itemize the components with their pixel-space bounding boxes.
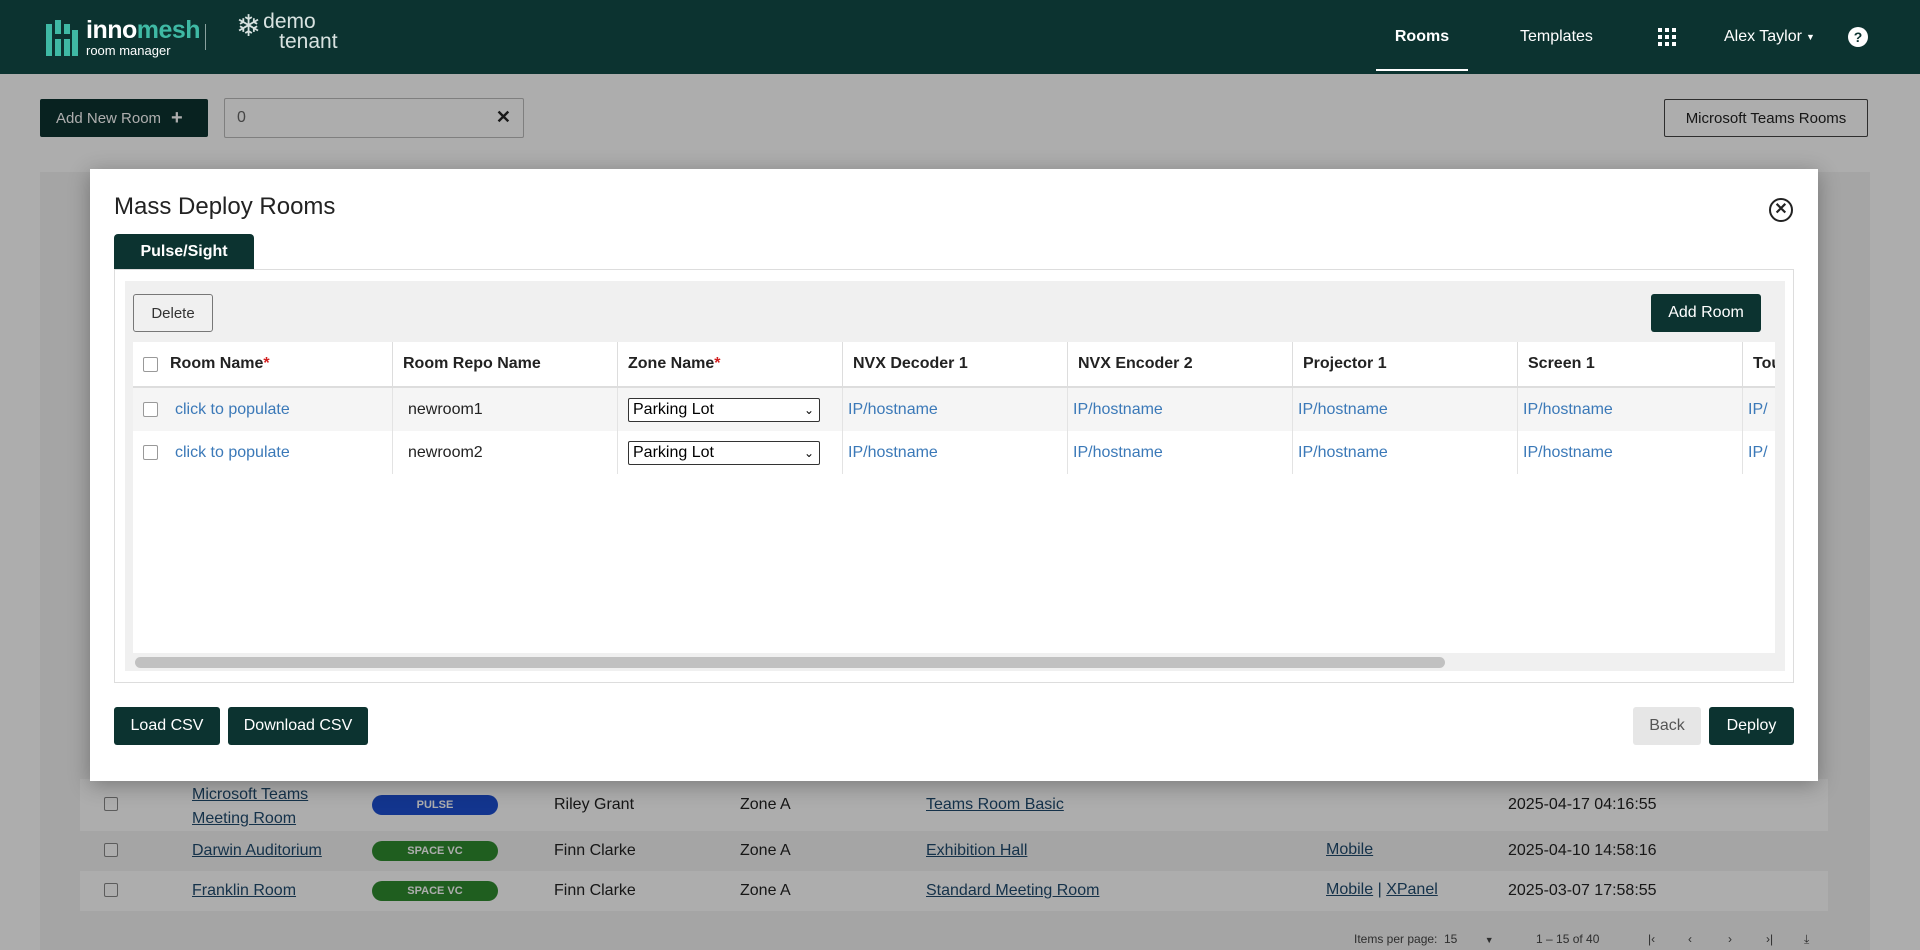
column-room-repo-name[interactable]: Room Repo Name [393,342,618,386]
nav-templates[interactable]: Templates [1520,0,1593,74]
deploy-grid-container: Delete Add Room Room Name * Room Repo Nam… [125,281,1785,671]
tab-content: Delete Add Room Room Name * Room Repo Nam… [114,269,1794,683]
deploy-grid: Room Name * Room Repo Name Zone Name * NVX… [133,342,1775,654]
logo-divider [205,24,206,50]
required-marker: * [263,355,270,372]
user-menu[interactable]: Alex Taylor ▼ [1724,0,1815,74]
column-touch[interactable]: Tou [1743,342,1775,386]
top-navbar: innomesh room manager ❄ demo tenant Room… [0,0,1920,74]
room-name-link[interactable]: click to populate [170,401,290,419]
grid-row: click to populate newroom2 Parking Lot ⌄ … [133,431,1775,474]
row-checkbox[interactable] [143,445,158,460]
projector-cell[interactable]: IP/hostname [1293,431,1518,474]
scrollbar-thumb[interactable] [135,657,1445,668]
chevron-down-icon: ⌄ [803,402,814,417]
modal-title: Mass Deploy Rooms [114,193,336,220]
logo-brand-bold: mesh [136,16,201,44]
load-csv-button[interactable]: Load CSV [114,707,220,745]
delete-button[interactable]: Delete [133,294,213,332]
logo-brand-light: inno [86,16,137,44]
column-nvx-decoder-1[interactable]: NVX Decoder 1 [843,342,1068,386]
help-icon: ? [1848,27,1868,47]
screen-cell[interactable]: IP/hostname [1518,388,1743,431]
nav-rooms-active-indicator [1376,69,1468,71]
column-projector-1[interactable]: Projector 1 [1293,342,1518,386]
user-name: Alex Taylor [1724,28,1802,45]
room-name-cell[interactable]: click to populate [133,388,393,431]
help-button[interactable]: ? [1848,0,1868,74]
column-room-name[interactable]: Room Name * [133,342,393,386]
apps-grid-icon [1658,28,1676,46]
column-nvx-encoder-2[interactable]: NVX Encoder 2 [1068,342,1293,386]
back-button[interactable]: Back [1633,707,1701,745]
close-icon[interactable]: ✕ [1769,198,1793,222]
column-zone-name[interactable]: Zone Name * [618,342,843,386]
screen-cell[interactable]: IP/hostname [1518,431,1743,474]
projector-cell[interactable]: IP/hostname [1293,388,1518,431]
caret-down-icon: ▼ [1805,32,1815,42]
horizontal-scrollbar[interactable] [133,653,1775,671]
add-room-button[interactable]: Add Room [1651,294,1761,332]
tenant-logo: ❄ demo tenant [236,10,338,53]
innomesh-logo-icon [46,19,78,56]
select-all-checkbox[interactable] [143,356,158,372]
apps-grid-button[interactable] [1658,0,1676,74]
nvx-encoder-cell[interactable]: IP/hostname [1068,431,1293,474]
zone-select[interactable]: Parking Lot ⌄ [628,440,820,465]
column-room-name-label: Room Name [170,355,264,372]
nvx-decoder-cell[interactable]: IP/hostname [843,388,1068,431]
innomesh-logo[interactable]: innomesh room manager [46,16,201,58]
column-zone-name-label: Zone Name [628,355,715,372]
touch-cell[interactable]: IP/ [1743,431,1775,474]
deploy-button[interactable]: Deploy [1709,707,1794,745]
logo-subtitle: room manager [86,43,171,58]
column-screen-1[interactable]: Screen 1 [1518,342,1743,386]
download-csv-button[interactable]: Download CSV [228,707,368,745]
zone-select-value: Parking Lot [633,400,714,418]
tenant-line1: demo [263,10,316,33]
repo-name-cell[interactable]: newroom2 [393,431,618,474]
room-name-link[interactable]: click to populate [170,444,290,462]
chevron-down-icon: ⌄ [803,445,814,460]
nvx-encoder-cell[interactable]: IP/hostname [1068,388,1293,431]
nvx-decoder-cell[interactable]: IP/hostname [843,431,1068,474]
tab-pulse-sight[interactable]: Pulse/Sight [114,234,254,269]
row-checkbox[interactable] [143,402,158,417]
snowflake-icon: ❄ [236,10,262,43]
mass-deploy-modal: Mass Deploy Rooms ✕ Pulse/Sight Delete A… [90,169,1818,781]
zone-cell: Parking Lot ⌄ [618,388,843,431]
required-marker: * [714,355,721,372]
room-name-cell[interactable]: click to populate [133,431,393,474]
nav-rooms[interactable]: Rooms [1376,0,1468,74]
zone-select[interactable]: Parking Lot ⌄ [628,397,820,422]
grid-header: Room Name * Room Repo Name Zone Name * NVX… [133,342,1775,388]
grid-row: click to populate newroom1 Parking Lot ⌄ … [133,388,1775,431]
tenant-line2: tenant [279,30,338,53]
touch-cell[interactable]: IP/ [1743,388,1775,431]
zone-cell: Parking Lot ⌄ [618,431,843,474]
repo-name-cell[interactable]: newroom1 [393,388,618,431]
zone-select-value: Parking Lot [633,443,714,461]
